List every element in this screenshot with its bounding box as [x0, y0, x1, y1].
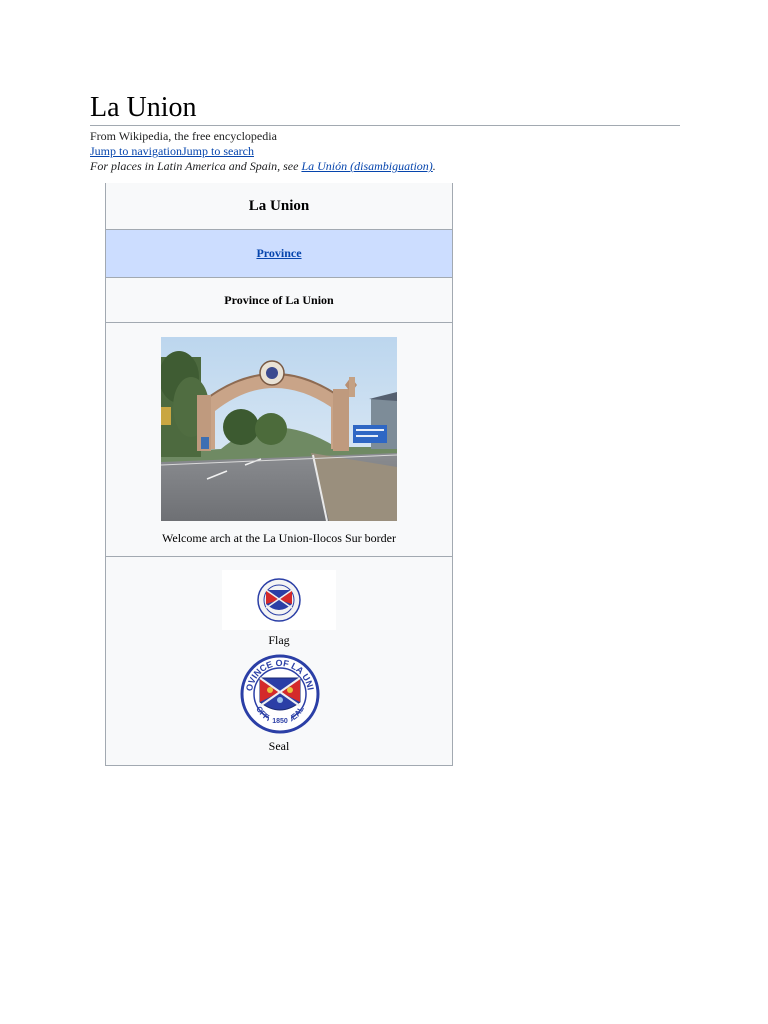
hatnote-text: For places in Latin America and Spain, s… [90, 159, 302, 173]
welcome-arch-photo[interactable] [161, 337, 397, 521]
infobox-name: La Union [106, 183, 452, 230]
photo-caption: Welcome arch at the La Union-Ilocos Sur … [162, 531, 396, 545]
infobox-photo-row: Welcome arch at the La Union-Ilocos Sur … [106, 323, 452, 557]
province-seal[interactable]: PROVINCE OF LA UNION OFFICIAL SEAL 1850 [236, 646, 320, 734]
seal-label: Seal [268, 739, 290, 753]
disambiguation-link[interactable]: La Unión (disambiguation) [301, 159, 432, 173]
infobox: La Union Province Province of La Union W… [105, 183, 453, 766]
hatnote: For places in Latin America and Spain, s… [90, 159, 680, 174]
jump-to-search-link[interactable]: Jump to search [182, 144, 254, 158]
article-content: La Union From Wikipedia, the free encycl… [90, 92, 680, 174]
province-flag[interactable] [222, 570, 336, 630]
jump-links: Jump to navigationJump to search [90, 144, 680, 159]
official-name-text: Province of La Union [224, 292, 334, 307]
page-title: La Union [90, 92, 680, 126]
flag-label: Flag [268, 633, 290, 647]
infobox-title: La Union [248, 197, 310, 214]
province-link[interactable]: Province [256, 246, 301, 261]
seal-year: 1850 [272, 718, 288, 725]
infobox-type-row: Province [106, 230, 452, 278]
site-tagline: From Wikipedia, the free encyclopedia [90, 129, 277, 143]
infobox-symbols-row: Flag PROVINCE OF LA UNION OFFICIAL SEAL [106, 557, 452, 765]
hatnote-end: . [432, 159, 436, 173]
infobox-official-name: Province of La Union [106, 278, 452, 323]
jump-to-navigation-link[interactable]: Jump to navigation [90, 144, 182, 158]
